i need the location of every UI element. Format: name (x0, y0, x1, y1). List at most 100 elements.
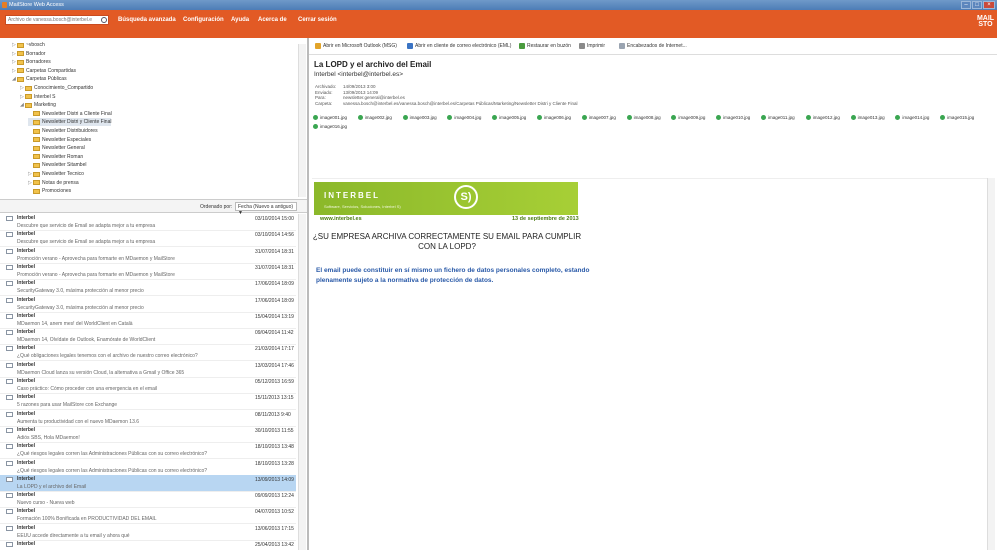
message-row[interactable]: Interbel 04/07/2013 10:52 Formación 100% B… (0, 507, 296, 525)
toolbar-button[interactable]: Abrir en cliente de correo electrónico (… (407, 43, 511, 49)
tree-item[interactable]: ▷ Notas de prensa (28, 179, 79, 187)
tree-item[interactable]: Newsletter Roman (28, 153, 83, 161)
header-key: Enviado: (315, 89, 333, 95)
message-row[interactable]: Interbel 18/10/2013 13:28 ¿Qué riesgos leg… (0, 459, 296, 476)
folder-icon (33, 162, 40, 168)
tree-item[interactable]: ▷ Borrador (12, 50, 45, 58)
message-row[interactable]: Interbel 08/11/2013 9:40 Aumenta tu produc… (0, 410, 296, 427)
menu-logout[interactable]: Cerrar sesión (298, 17, 337, 23)
attachment-item[interactable]: image009.jpg (671, 115, 705, 120)
menu-help[interactable]: Ayuda (231, 17, 249, 23)
tree-item[interactable]: Newsletter Distribuidores (28, 127, 98, 135)
image-attachment-icon (447, 115, 453, 120)
message-row[interactable]: Interbel 15/04/2014 13:19 MDaemon 14, anem… (0, 312, 296, 329)
message-row[interactable]: Interbel 21/03/2014 17:17 ¿Qué obligacione… (0, 344, 296, 362)
attachment-name: image013.jpg (857, 115, 885, 120)
tree-item[interactable]: ▷ Interbel S (20, 93, 55, 101)
attachment-item[interactable]: image005.jpg (492, 115, 526, 120)
attachment-item[interactable]: image004.jpg (447, 115, 481, 120)
tree-item[interactable]: ▷ Newsletter Tecnico (28, 170, 84, 178)
message-row[interactable]: Interbel 13/03/2014 17:46 MDaemon Cloud la… (0, 361, 296, 378)
tree-item[interactable]: ▷ Carpetas Compartidas (12, 67, 76, 75)
minimize-button[interactable]: – (961, 1, 971, 9)
attachment-item[interactable]: image010.jpg (716, 115, 750, 120)
message-from: Interbel (17, 443, 36, 450)
message-row[interactable]: Interbel 13/09/2013 14:09 La LOPD y el arc… (0, 474, 296, 492)
tree-item-label: Interbel S (34, 93, 56, 100)
folder-icon (33, 128, 40, 134)
toolbar-button[interactable]: Abrir en Microsoft Outlook (MSG) (315, 43, 397, 49)
menu-settings[interactable]: Configuración (183, 17, 224, 23)
menu-about[interactable]: Acerca de (258, 17, 287, 23)
envelope-icon (6, 248, 13, 254)
message-row[interactable]: Interbel 17/06/2014 18:09 SecurityGateway … (0, 279, 296, 297)
image-attachment-icon (402, 115, 408, 120)
menu-advanced-search[interactable]: Búsqueda avanzada (118, 17, 176, 23)
tree-item[interactable]: Promociones (28, 187, 71, 195)
message-row[interactable]: Interbel 03/10/2014 14:56 Descubre que ser… (0, 230, 296, 248)
message-list-scrollbar[interactable] (298, 214, 306, 550)
tree-item-label: Borrador (26, 50, 46, 57)
message-date: 30/10/2013 11:55 (255, 427, 294, 434)
envelope-icon (6, 297, 13, 303)
preview-scrollbar[interactable] (987, 178, 995, 550)
tree-item[interactable]: Newsletter Especiales (28, 136, 91, 144)
attachment-item[interactable]: image012.jpg (805, 115, 840, 120)
toolbar-button[interactable]: Imprimir (579, 43, 605, 49)
close-button[interactable]: × (983, 1, 995, 9)
site-link[interactable]: www.interbel.es (320, 216, 362, 222)
search-icon[interactable] (101, 17, 107, 23)
maximize-button[interactable]: □ (972, 1, 982, 9)
search-input[interactable] (6, 16, 100, 24)
attachment-item[interactable]: image011.jpg (761, 115, 795, 120)
attachment-item[interactable]: image014.jpg (895, 115, 929, 120)
message-subject: MDaemon 14, Olvídate de Outlook, Enamóra… (17, 337, 156, 344)
tree-item[interactable]: ▷ Borradores (12, 58, 51, 66)
attachment-item[interactable]: image003.jpg (402, 115, 437, 120)
message-row[interactable]: Interbel 31/07/2014 18:31 Promoción verano… (0, 247, 296, 264)
tree-item[interactable]: Newsletter General (28, 144, 85, 152)
tree-scrollbar[interactable] (298, 44, 306, 197)
message-row[interactable]: Interbel 09/04/2014 11:42 MDaemon 14, Olví… (0, 328, 296, 346)
message-row[interactable]: Interbel 05/12/2013 16:59 Caso práctico: C… (0, 377, 296, 394)
message-sender: Interbel <interbel@interbel.es> (314, 71, 403, 78)
message-date: 31/07/2014 18:31 (255, 264, 294, 271)
tree-item[interactable]: ▷ ~vbosch (12, 41, 45, 49)
tree-item[interactable]: Newsletter Sitambel (28, 161, 86, 169)
sort-select[interactable]: Fecha (Nuevo a antiguo) ▼ (235, 202, 297, 216)
message-row[interactable]: Interbel 09/09/2013 12:24 Nuevo curso - Nu… (0, 491, 296, 509)
message-row[interactable]: Interbel 15/11/2013 13:15 5 razones para u… (0, 393, 296, 411)
message-row[interactable]: Interbel 25/04/2013 13:42 (0, 540, 296, 550)
tree-item[interactable]: ◢ Marketing (20, 101, 56, 109)
tree-item-label: Newsletter Distri a Cliente Final (42, 110, 112, 117)
message-row[interactable]: Interbel 31/07/2014 18:31 Promoción verano… (0, 263, 296, 280)
attachment-item[interactable]: image007.jpg (581, 115, 616, 120)
search-box[interactable] (5, 15, 109, 25)
attachment-item[interactable]: image015.jpg (940, 115, 974, 120)
message-row[interactable]: Interbel 18/10/2013 13:48 ¿Qué riesgos leg… (0, 442, 296, 460)
attachment-name: image010.jpg (723, 115, 751, 120)
attachment-item[interactable]: image016.jpg (313, 124, 347, 129)
message-date: 09/04/2014 11:42 (255, 330, 294, 337)
attachment-name: image003.jpg (409, 115, 437, 120)
attachment-item[interactable]: image008.jpg (626, 115, 661, 120)
toolbar-button[interactable]: Restaurar en buzón (519, 43, 571, 49)
toolbar-button[interactable]: Encabezados de Internet... (619, 43, 687, 49)
message-row[interactable]: Interbel 13/06/2013 17:15 EEUU accede dire… (0, 524, 296, 541)
tree-item[interactable]: ◢ Carpetas Públicas (12, 75, 67, 83)
attachment-item[interactable]: image013.jpg (850, 115, 885, 120)
attachment-name: image004.jpg (454, 115, 482, 120)
header-value: newsletter.general@interbel.es (343, 95, 405, 100)
tree-item[interactable]: Newsletter Distri y Cliente Final (28, 118, 112, 127)
tree-item[interactable]: ▷ Conocimiento_Compartido (20, 84, 93, 92)
message-row[interactable]: Interbel 17/06/2014 18:09 SecurityGateway … (0, 296, 296, 313)
message-row[interactable]: Interbel 03/10/2014 15:00 Descubre que ser… (0, 214, 296, 231)
attachment-item[interactable]: image001.jpg (313, 115, 347, 120)
message-row[interactable]: Interbel 30/10/2013 11:55 Adiós SBS, Hola … (0, 426, 296, 443)
message-from: Interbel (17, 361, 36, 368)
email-client-icon (407, 43, 413, 49)
attachment-item[interactable]: image006.jpg (537, 115, 571, 120)
tree-item[interactable]: Newsletter Distri a Cliente Final (28, 110, 112, 118)
message-date: 25/04/2013 13:42 (255, 542, 294, 548)
attachment-item[interactable]: image002.jpg (357, 115, 392, 120)
